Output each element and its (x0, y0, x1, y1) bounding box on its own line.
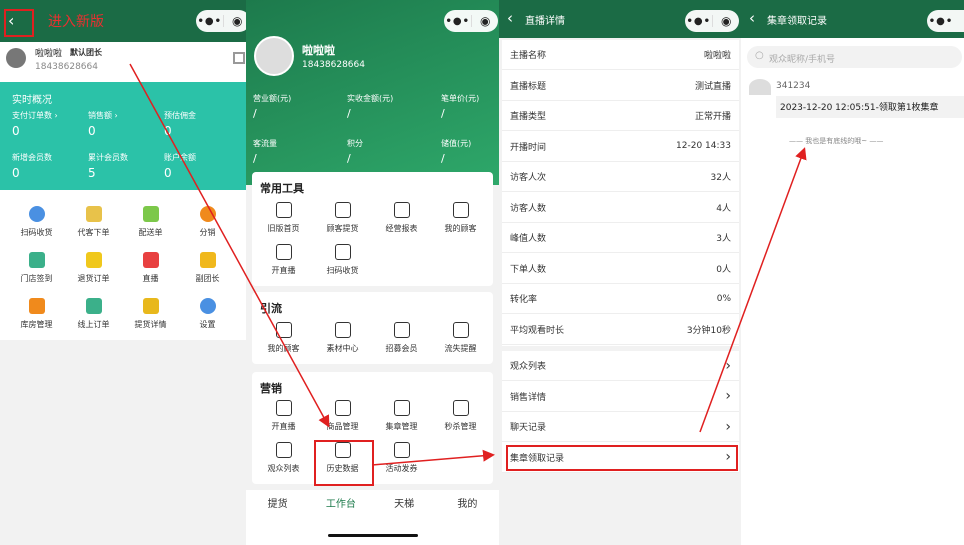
arrow-to-stamp-record (371, 449, 495, 466)
arrow-to-record-list (699, 147, 807, 433)
screenshot-root: ‹ 进入新版 •●• ◉ 啦啦啦 默认团长 18438628664 实时概况 支付… (0, 0, 964, 545)
annotation-arrows (129, 63, 807, 466)
arrow-to-history (129, 63, 330, 428)
